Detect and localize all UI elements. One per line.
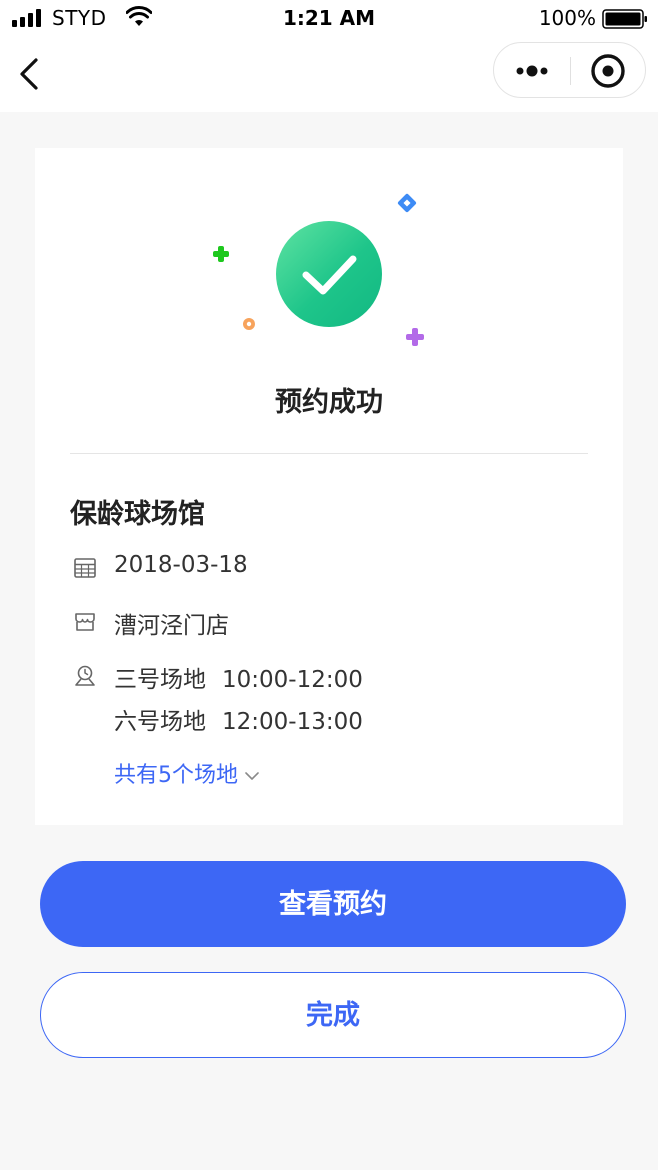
court-name: 三号场地 (114, 667, 206, 693)
calendar-icon (74, 558, 96, 578)
store-name: 漕河泾门店 (114, 613, 229, 639)
done-button[interactable]: 完成 (40, 972, 626, 1058)
purple-plus-icon (406, 328, 424, 346)
date-row: 2018-03-18 (70, 550, 570, 586)
booking-date: 2018-03-18 (114, 552, 248, 578)
green-plus-icon (213, 246, 229, 262)
success-title: 预约成功 (275, 387, 383, 418)
court-line: 三号场地 10:00-12:00 (114, 660, 363, 694)
court-line: 六号场地 12:00-13:00 (114, 702, 363, 736)
view-booking-button[interactable]: 查看预约 (40, 861, 626, 947)
battery-icon (602, 9, 647, 29)
battery-percent: 100% (538, 6, 596, 30)
nav-bar (0, 36, 658, 112)
court-name: 六号场地 (114, 709, 206, 735)
court-time: 10:00-12:00 (222, 667, 363, 693)
mini-program-capsule (493, 42, 646, 98)
venue-name: 保龄球场馆 (70, 499, 205, 530)
store-icon (75, 613, 95, 631)
back-icon[interactable] (14, 54, 44, 94)
checkmark-icon (302, 255, 357, 295)
store-row: 漕河泾门店 (70, 604, 570, 640)
booking-result-card: 预约成功 保龄球场馆 2018-03-18 漕河泾门店 三号场地 10:00-12… (35, 148, 623, 825)
more-courts-label: 共有5个场地 (114, 763, 238, 788)
show-all-courts-link[interactable]: 共有5个场地 (114, 757, 260, 789)
orange-dot-icon (243, 318, 255, 330)
status-bar: STYD 1:21 AM 100% (0, 0, 658, 36)
success-badge (276, 221, 382, 327)
card-divider (70, 453, 588, 454)
close-mini-program-icon[interactable] (590, 53, 626, 89)
blue-diamond-icon (397, 193, 417, 213)
chevron-down-icon (245, 772, 259, 780)
capsule-divider (570, 57, 571, 85)
court-time: 12:00-13:00 (222, 709, 363, 735)
more-icon[interactable] (514, 59, 550, 83)
location-clock-icon (75, 665, 95, 686)
